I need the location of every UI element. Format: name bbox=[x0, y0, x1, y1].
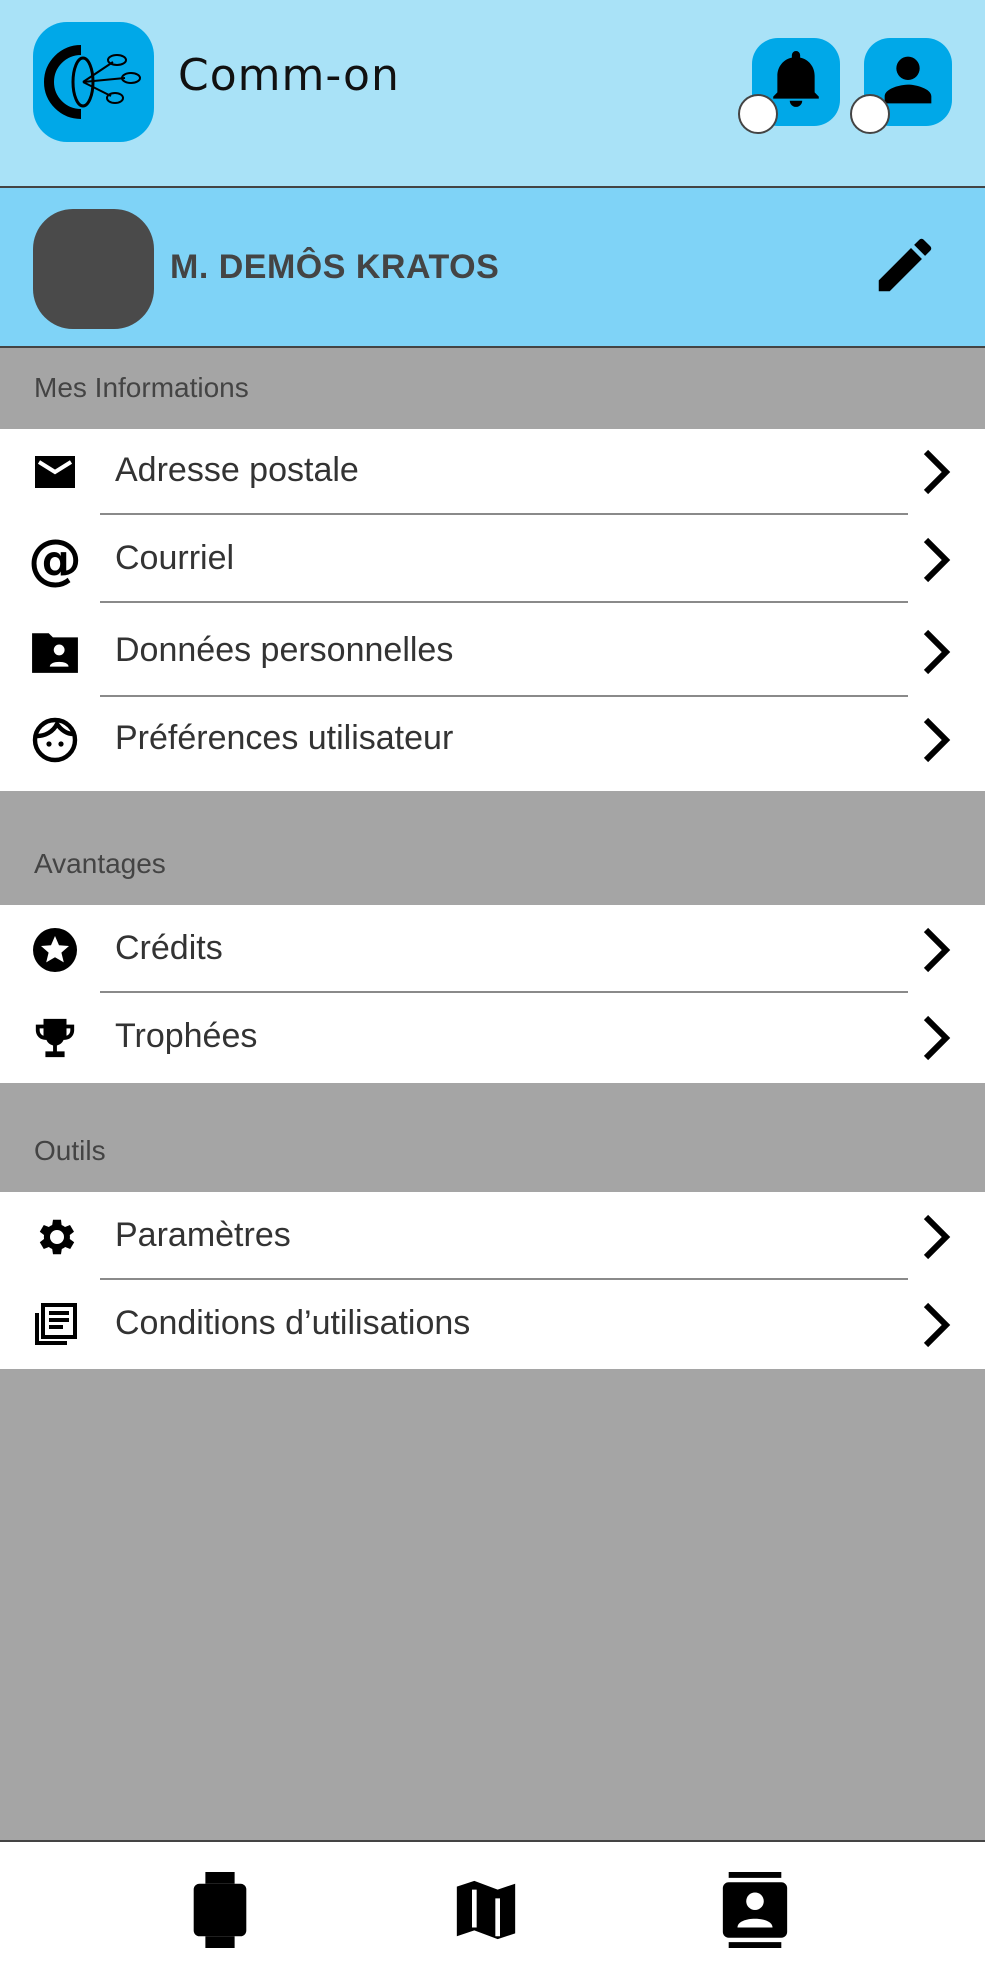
section-title-tools: Outils bbox=[34, 1135, 106, 1166]
notification-indicator bbox=[738, 94, 778, 134]
list-item-label: Données personnelles bbox=[115, 631, 454, 669]
bell-icon bbox=[771, 50, 821, 114]
pencil-icon bbox=[870, 238, 940, 304]
bottom-navigation bbox=[0, 1840, 985, 1972]
user-name: M. DEMÔS KRATOS bbox=[170, 248, 500, 286]
list-item-label: Trophées bbox=[115, 1017, 258, 1055]
list-item-label: Courriel bbox=[115, 539, 235, 577]
library-books-icon bbox=[30, 1300, 80, 1350]
list-item-courriel[interactable]: @ Courriel bbox=[0, 515, 985, 603]
list-item-label: Crédits bbox=[115, 929, 223, 967]
list-item-credits[interactable]: Crédits bbox=[0, 905, 985, 993]
folder-user-icon bbox=[30, 627, 80, 677]
list-item-label: Préférences utilisateur bbox=[115, 719, 454, 757]
info-list: Adresse postale @ Courriel Données perso… bbox=[0, 429, 985, 791]
mail-icon bbox=[30, 447, 80, 497]
tools-list: Paramètres Conditions d’utilisations bbox=[0, 1192, 985, 1369]
gear-icon bbox=[30, 1212, 80, 1262]
list-item-preferences-utilisateur[interactable]: Préférences utilisateur bbox=[0, 697, 985, 791]
trophy-icon bbox=[30, 1013, 80, 1063]
list-item-label: Paramètres bbox=[115, 1216, 291, 1254]
at-sign-icon: @ bbox=[28, 528, 82, 591]
list-item-adresse-postale[interactable]: Adresse postale bbox=[0, 429, 985, 515]
brand-name: Comm-on bbox=[178, 50, 400, 101]
nav-contacts[interactable] bbox=[715, 1871, 795, 1953]
list-item-label: Conditions d’utilisations bbox=[115, 1304, 471, 1342]
nav-watch[interactable] bbox=[180, 1871, 260, 1953]
chevron-right-icon bbox=[920, 1300, 956, 1355]
app-header: Comm-on bbox=[0, 0, 985, 188]
list-item-trophees[interactable]: Trophées bbox=[0, 993, 985, 1083]
face-icon bbox=[30, 715, 80, 765]
contact-card-icon bbox=[722, 1871, 788, 1953]
chevron-right-icon bbox=[920, 535, 956, 590]
account-indicator bbox=[850, 94, 890, 134]
list-item-donnees-personnelles[interactable]: Données personnelles bbox=[0, 603, 985, 697]
chevron-right-icon bbox=[920, 715, 956, 770]
profile-banner: M. DEMÔS KRATOS bbox=[0, 188, 985, 348]
nav-map[interactable] bbox=[446, 1872, 526, 1952]
list-item-parametres[interactable]: Paramètres bbox=[0, 1192, 985, 1280]
notifications-button[interactable] bbox=[738, 38, 840, 134]
avatar[interactable] bbox=[33, 209, 154, 329]
star-circle-icon bbox=[30, 925, 80, 975]
chevron-right-icon bbox=[920, 627, 956, 682]
app-logo bbox=[33, 22, 154, 142]
benefits-list: Crédits Trophées bbox=[0, 905, 985, 1083]
map-icon bbox=[451, 1875, 521, 1950]
person-icon bbox=[880, 52, 936, 113]
watch-icon bbox=[190, 1871, 250, 1953]
edit-profile-button[interactable] bbox=[870, 230, 940, 305]
list-item-conditions-utilisations[interactable]: Conditions d’utilisations bbox=[0, 1280, 985, 1369]
section-title-info: Mes Informations bbox=[34, 372, 249, 403]
list-item-label: Adresse postale bbox=[115, 451, 359, 489]
chevron-right-icon bbox=[920, 925, 956, 980]
section-title-benefits: Avantages bbox=[34, 848, 166, 879]
chevron-right-icon bbox=[920, 447, 956, 502]
chevron-right-icon bbox=[920, 1013, 956, 1068]
chevron-right-icon bbox=[920, 1212, 956, 1267]
account-button[interactable] bbox=[850, 38, 952, 134]
